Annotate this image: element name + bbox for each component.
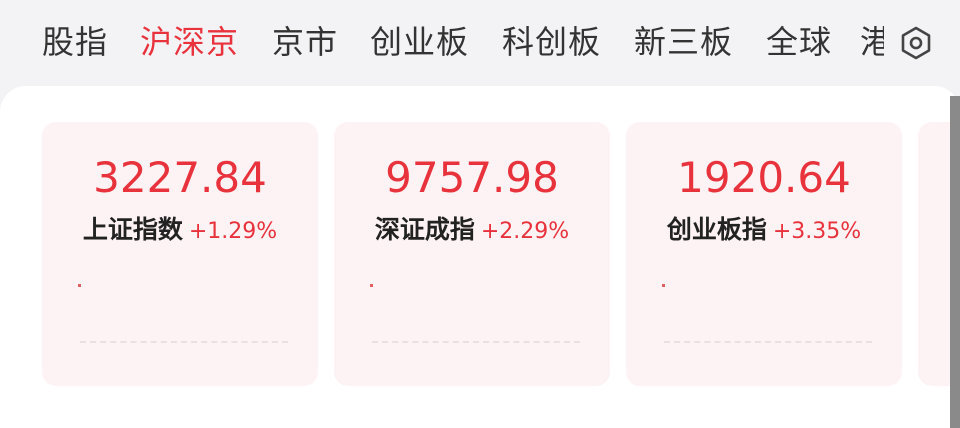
- index-change: +2.29%: [480, 219, 570, 244]
- index-card-shanghai-composite[interactable]: 3227.84 上证指数 +1.29%: [42, 122, 318, 386]
- sparkline-baseline: [664, 341, 872, 343]
- index-card-shenzhen-component[interactable]: 9757.98 深证成指 +2.29%: [334, 122, 610, 386]
- index-name: 上证指数: [82, 215, 183, 244]
- scrollbar[interactable]: [950, 96, 960, 428]
- market-indices-screen: 股指 沪深京 京市 创业板 科创板 新三板 全球 港 3227.84 上证指数 +…: [0, 0, 960, 428]
- index-name: 深证成指: [374, 215, 475, 244]
- index-change: +1.29%: [188, 219, 278, 244]
- index-meta: 深证成指 +2.29%: [334, 212, 610, 251]
- tab-hong-kong-clipped[interactable]: 港: [860, 20, 884, 64]
- index-value: 1920.64: [677, 153, 851, 202]
- index-name: 创业板指: [666, 215, 767, 244]
- sparkline-baseline: [80, 341, 288, 343]
- tab-star-market[interactable]: 科创板: [502, 20, 601, 64]
- tab-chinext[interactable]: 创业板: [370, 20, 469, 64]
- index-card-chinext[interactable]: 1920.64 创业板指 +3.35%: [626, 122, 902, 386]
- tab-shanghai-shenzhen-beijing[interactable]: 沪深京: [140, 20, 239, 64]
- tab-hong-kong-label: 港: [860, 23, 884, 61]
- index-value: 9757.98: [385, 153, 559, 202]
- index-meta: 上证指数 +1.29%: [42, 212, 318, 251]
- tab-stock-index[interactable]: 股指: [42, 20, 108, 64]
- tab-global[interactable]: 全球: [766, 20, 832, 64]
- tab-beijing-market[interactable]: 京市: [272, 20, 338, 64]
- index-value: 3227.84: [93, 153, 267, 202]
- index-change: +3.35%: [772, 219, 862, 244]
- index-meta: 创业板指 +3.35%: [626, 212, 902, 251]
- sparkline-baseline: [372, 341, 580, 343]
- sparkline-start-dot: [78, 284, 81, 287]
- sparkline-start-dot: [370, 284, 373, 287]
- settings-hexagon-icon[interactable]: [898, 25, 934, 61]
- sparkline-start-dot: [662, 284, 665, 287]
- market-tab-bar: 股指 沪深京 京市 创业板 科创板 新三板 全球 港: [0, 0, 960, 86]
- tab-neeq[interactable]: 新三板: [634, 20, 733, 64]
